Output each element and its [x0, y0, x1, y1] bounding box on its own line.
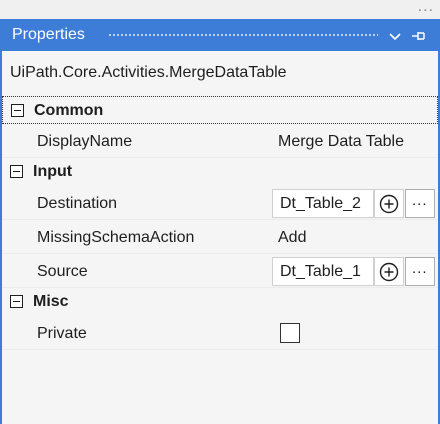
- property-label: Source: [37, 263, 88, 280]
- destination-value: Dt_Table_2: [280, 195, 361, 212]
- more-label: ...: [412, 260, 428, 277]
- category-input[interactable]: Input: [2, 158, 438, 186]
- plus-circle-icon: [379, 262, 399, 282]
- source-add-button[interactable]: [374, 257, 404, 286]
- missingschemaaction-value[interactable]: Add: [278, 229, 306, 247]
- property-label: Destination: [37, 195, 118, 212]
- destination-more-button[interactable]: ...: [405, 189, 435, 218]
- category-name: Common: [34, 102, 104, 119]
- panel-title: Properties: [12, 26, 85, 43]
- collapse-toggle-icon[interactable]: [10, 295, 23, 308]
- displayname-value[interactable]: Merge Data Table: [278, 133, 404, 151]
- property-label: Private: [37, 325, 87, 342]
- category-misc[interactable]: Misc: [2, 288, 438, 316]
- property-grid: Common DisplayName Merge Data Table Inpu…: [2, 96, 438, 350]
- activity-type-name: UiPath.Core.Activities.MergeDataTable: [10, 64, 287, 81]
- collapse-toggle-icon[interactable]: [10, 165, 23, 178]
- panel-titlebar[interactable]: Properties: [2, 21, 438, 51]
- top-strip: ...: [0, 0, 440, 20]
- category-name: Input: [33, 163, 73, 180]
- more-label: ...: [412, 192, 428, 209]
- property-row-private[interactable]: Private: [2, 316, 438, 350]
- properties-panel: Properties UiPath.Core.Activities.MergeD…: [0, 19, 440, 424]
- destination-add-button[interactable]: [374, 189, 404, 218]
- property-row-source[interactable]: Source Dt_Table_1 ...: [2, 254, 438, 288]
- property-label: DisplayName: [37, 133, 133, 150]
- category-common[interactable]: Common: [2, 96, 438, 124]
- pin-icon[interactable]: [410, 27, 428, 45]
- chevron-down-icon[interactable]: [386, 27, 404, 45]
- source-input[interactable]: Dt_Table_1: [272, 257, 374, 286]
- destination-input[interactable]: Dt_Table_2: [272, 189, 374, 218]
- drag-grip[interactable]: [108, 33, 378, 38]
- private-checkbox[interactable]: [280, 323, 300, 343]
- category-name: Misc: [33, 293, 69, 310]
- property-row-destination[interactable]: Destination Dt_Table_2 ...: [2, 186, 438, 220]
- property-label: MissingSchemaAction: [37, 229, 195, 246]
- source-value: Dt_Table_1: [280, 263, 361, 280]
- plus-circle-icon: [379, 194, 399, 214]
- property-row-displayname[interactable]: DisplayName Merge Data Table: [2, 124, 438, 158]
- property-row-missingschemaaction[interactable]: MissingSchemaAction Add: [2, 220, 438, 254]
- collapse-toggle-icon[interactable]: [11, 104, 24, 117]
- overflow-ellipsis[interactable]: ...: [418, 0, 434, 16]
- activity-type-line: UiPath.Core.Activities.MergeDataTable: [2, 51, 438, 95]
- source-more-button[interactable]: ...: [405, 257, 435, 286]
